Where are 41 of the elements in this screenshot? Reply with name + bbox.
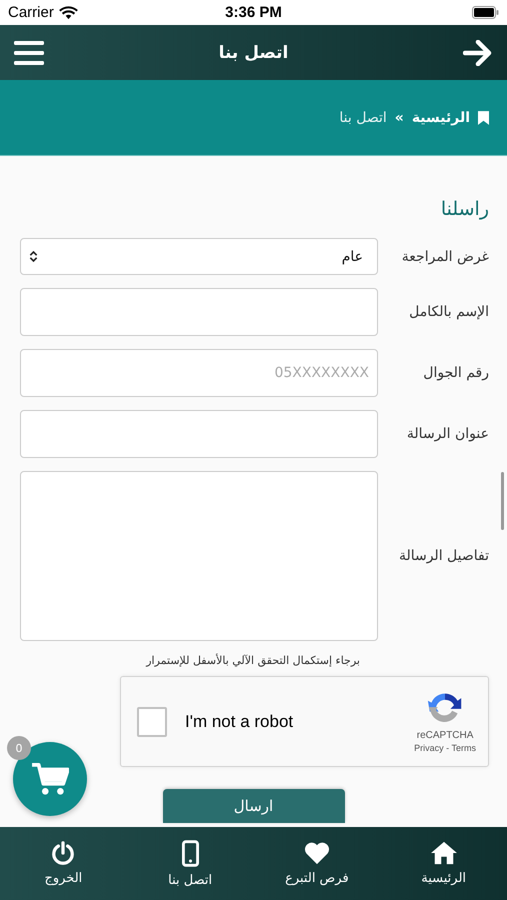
breadcrumb-link[interactable]: الرئيسية: [412, 110, 470, 126]
privacy-terms-link[interactable]: Privacy - Terms: [414, 743, 476, 753]
checkbox[interactable]: [137, 706, 167, 736]
clock-time: 3:36 PM: [225, 4, 282, 21]
field-label: غرض المراجعة: [400, 248, 489, 264]
cart-icon: [31, 762, 69, 796]
carrier-label: Carrier: [8, 4, 54, 21]
cart-button[interactable]: [13, 742, 87, 816]
chevron-icon: [29, 250, 38, 263]
phone-icon: [182, 840, 199, 866]
tab-item[interactable]: فرص التبرع: [262, 842, 372, 886]
field-label: الإسم بالكامل: [408, 304, 489, 320]
breadcrumb-separator: »: [394, 110, 404, 126]
recaptcha-label: reCAPTCHA: [416, 730, 474, 741]
battery-icon: [472, 6, 499, 19]
scrollbar: [501, 472, 504, 530]
message-field[interactable]: [20, 471, 378, 641]
tab-item[interactable]: الرئيسية: [388, 841, 499, 886]
menu-button[interactable]: [14, 40, 44, 66]
field-label: رقم الجوال: [422, 365, 489, 381]
breadcrumb-current: اتصل بنا: [339, 110, 387, 126]
wifi-icon: [58, 6, 78, 20]
captcha-note: برجاء إستكمال التحقق الآلي بالأسفل للإستمرار: [144, 654, 361, 667]
field-label: عنوان الرسالة: [406, 426, 489, 442]
input-field[interactable]: [20, 288, 378, 336]
field-label: تفاصيل الرسالة: [398, 548, 489, 564]
checkbox-label: I'm not a robot: [185, 712, 294, 732]
send-button[interactable]: ارسال: [162, 789, 344, 823]
home-icon: [430, 841, 458, 865]
heart-icon: [304, 842, 330, 864]
form-title: راسلنا: [440, 198, 489, 220]
tab-item[interactable]: الخروج: [8, 841, 118, 886]
power-icon: [51, 841, 76, 865]
back-button[interactable]: [462, 40, 493, 66]
input-field[interactable]: 05XXXXXXXX: [20, 349, 378, 397]
tab-item[interactable]: اتصل بنا: [135, 840, 246, 888]
bookmark-icon: [478, 110, 489, 124]
cart-count-badge: 0: [7, 736, 31, 760]
input-field[interactable]: [20, 410, 378, 458]
page-title: اتصل بنا: [218, 42, 288, 62]
select-field[interactable]: عام: [20, 238, 378, 275]
